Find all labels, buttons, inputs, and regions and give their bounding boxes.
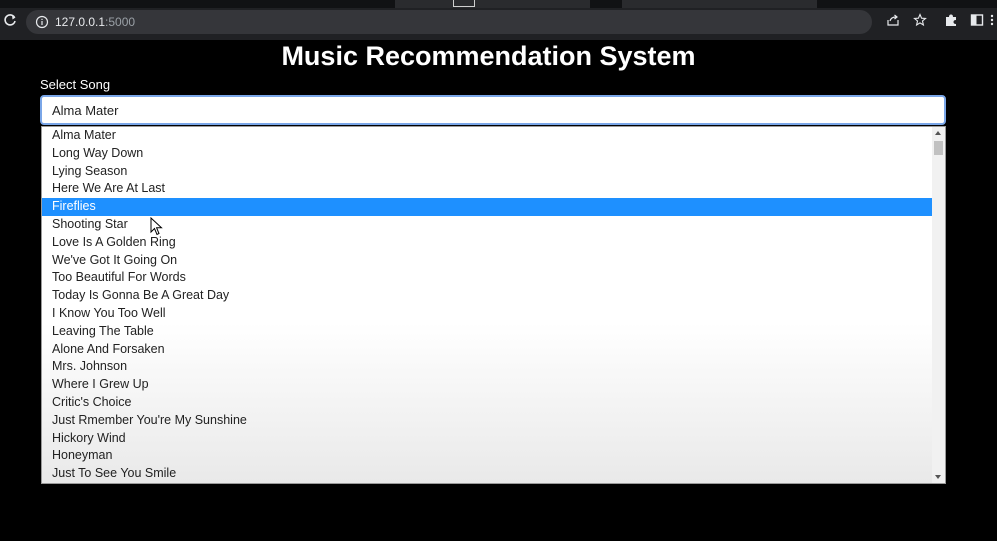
share-icon[interactable] [886,13,900,27]
browser-tab[interactable] [622,0,817,8]
tab-strip [0,0,997,8]
browser-toolbar: 127.0.0.1:5000 [0,0,997,40]
song-dropdown-list[interactable]: Alma Mater Long Way Down Lying Season Here … [41,126,946,484]
dropdown-option[interactable]: Hickory Wind [42,430,932,448]
bookmark-star-icon[interactable] [913,13,927,27]
side-panel-icon[interactable] [970,13,984,27]
scroll-up-arrow-icon[interactable] [935,131,941,135]
dropdown-option[interactable]: Where I Grew Up [42,376,932,394]
tab-indicator [453,0,475,7]
dropdown-option[interactable]: Alma Mater [42,127,932,145]
dropdown-option[interactable]: Too Beautiful For Words [42,269,932,287]
dropdown-option[interactable]: Today Is Gonna Be A Great Day [42,287,932,305]
reload-icon[interactable] [3,13,17,27]
dropdown-option[interactable]: Shooting Star [42,216,932,234]
address-bar[interactable]: 127.0.0.1:5000 [26,10,872,34]
more-menu-icon[interactable] [988,13,996,27]
select-song-label: Select Song [40,77,111,92]
dropdown-option[interactable]: Mrs. Johnson [42,358,932,376]
dropdown-option[interactable]: Long Way Down [42,145,932,163]
song-select-value: Alma Mater [52,103,119,118]
dropdown-option[interactable]: I Know You Too Well [42,305,932,323]
dropdown-option[interactable]: Just To See You Smile [42,465,932,483]
dropdown-option[interactable]: Just Rmember You're My Sunshine [42,412,932,430]
browser-tab[interactable] [395,0,590,8]
url-text: 127.0.0.1:5000 [55,15,136,29]
dropdown-scrollbar[interactable] [932,127,945,483]
dropdown-option[interactable]: Honeyman [42,447,932,465]
dropdown-option[interactable]: Alone And Forsaken [42,341,932,359]
dropdown-option[interactable]: Love Is A Golden Ring [42,234,932,252]
dropdown-option[interactable]: Critic's Choice [42,394,932,412]
dropdown-option[interactable]: Fireflies [42,198,932,216]
dropdown-option[interactable]: We've Got It Going On [42,252,932,270]
info-icon[interactable] [35,15,49,29]
dropdown-option[interactable]: Leaving The Table [42,323,932,341]
page-title: Music Recommendation System [281,41,696,71]
mouse-cursor-icon [150,217,163,236]
scrollbar-thumb[interactable] [934,141,943,155]
dropdown-option[interactable]: Here We Are At Last [42,180,932,198]
extensions-puzzle-icon[interactable] [944,13,958,27]
song-select[interactable]: Alma Mater [40,95,946,125]
dropdown-option[interactable]: Lying Season [42,163,932,181]
scroll-down-arrow-icon[interactable] [935,475,941,479]
